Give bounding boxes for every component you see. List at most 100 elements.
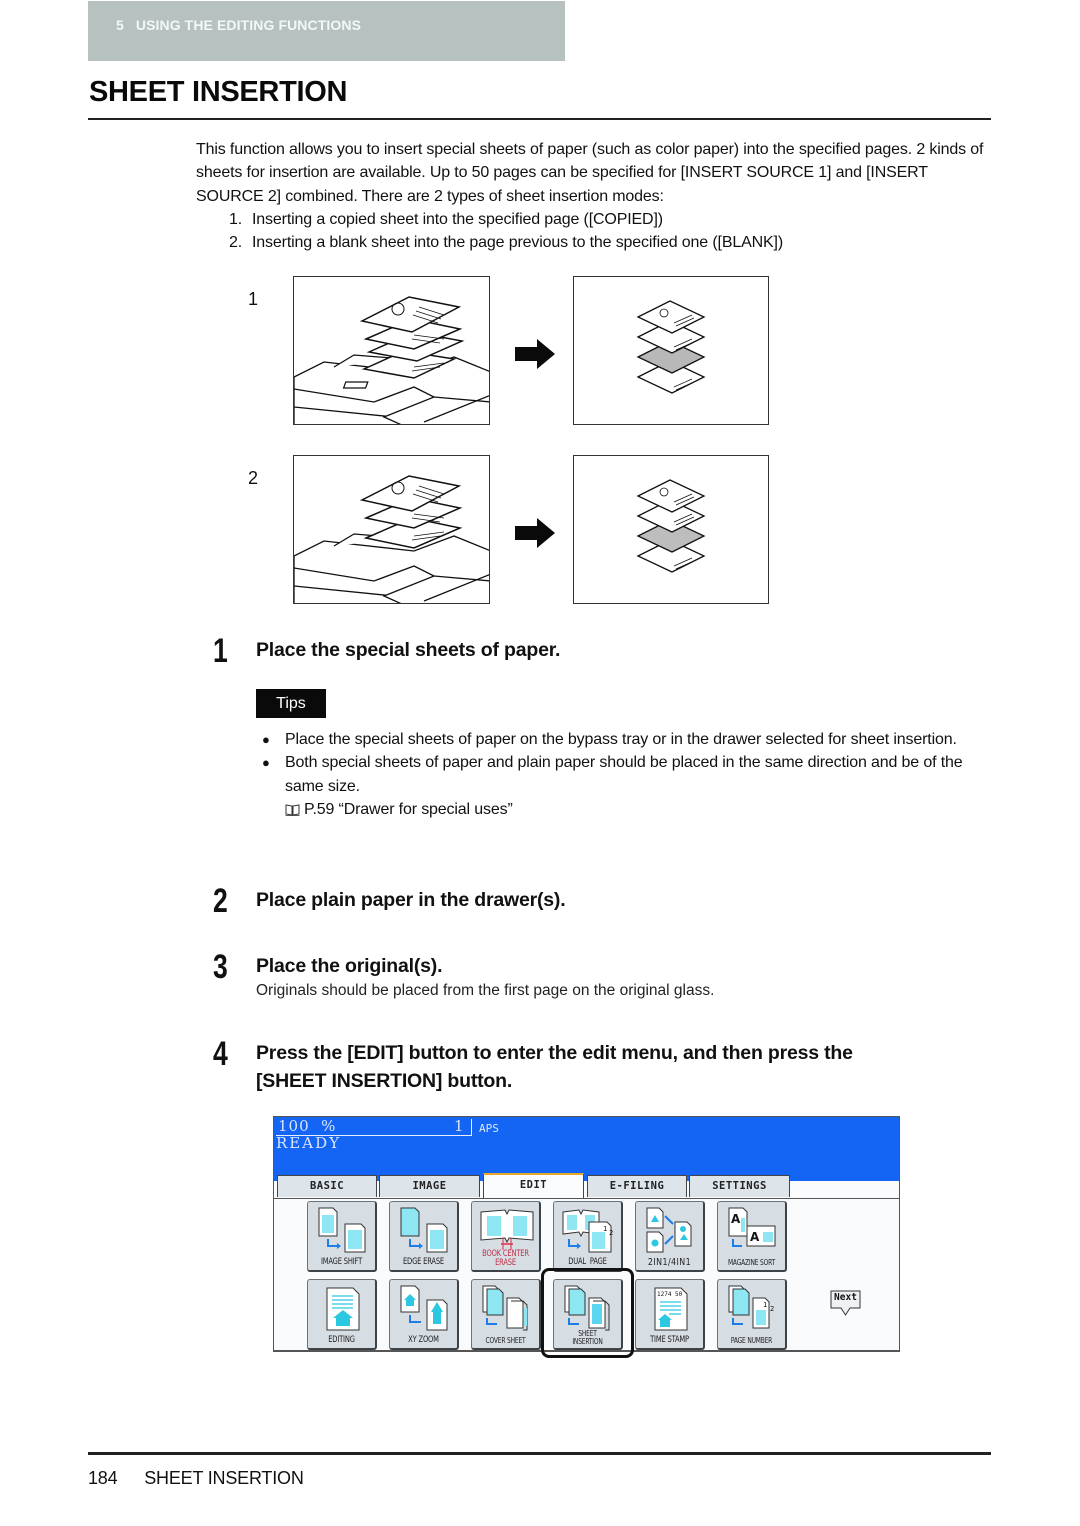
button-label: IMAGE SHIFT	[320, 1257, 363, 1267]
page-reference-link[interactable]: P.59 “Drawer for special uses”	[282, 798, 992, 821]
tab-e-filing[interactable]: E-FILING	[587, 1175, 687, 1197]
book-center-erase-button[interactable]: BOOK CENTER ERASE	[471, 1201, 541, 1272]
2in1-4in1-icon	[646, 1207, 692, 1253]
step-title-line-2: [SHEET INSERTION] button.	[256, 1070, 513, 1092]
selected-button-highlight	[541, 1268, 634, 1358]
button-label: PAGE NUMBER	[730, 1336, 773, 1345]
tips-badge: Tips	[256, 689, 326, 718]
sheet-stack-copied-icon	[636, 300, 706, 394]
button-label: COVER SHEET	[485, 1336, 526, 1345]
right-arrow-icon	[515, 339, 555, 369]
footer-divider	[88, 1452, 991, 1455]
copies-readout: 1	[454, 1117, 465, 1135]
button-label: EDGE ERASE	[402, 1257, 445, 1267]
page-footer: 184 SHEET INSERTION	[88, 1468, 304, 1489]
xy-zoom-button[interactable]: XY ZOOM	[389, 1279, 459, 1350]
tip-item: ● Both special sheets of paper and plain…	[262, 751, 992, 798]
image-shift-icon	[318, 1207, 366, 1253]
tab-baseline	[274, 1198, 899, 1199]
footer-section-title: SHEET INSERTION	[144, 1468, 304, 1488]
page-number-button[interactable]: 1 2 PAGE NUMBER	[717, 1279, 787, 1350]
step-title: Place the special sheets of paper.	[256, 639, 561, 661]
step-number: 4	[213, 1035, 228, 1073]
mode-item: 1. Inserting a copied sheet into the spe…	[196, 208, 991, 231]
next-button[interactable]: Next	[830, 1290, 861, 1316]
cover-sheet-button[interactable]: COVER SHEET	[471, 1279, 541, 1350]
button-label: BOOK CENTER ERASE	[482, 1249, 529, 1268]
svg-text:A: A	[750, 1230, 760, 1244]
button-label: EDITING	[328, 1335, 355, 1345]
tips-list: ● Place the special sheets of paper on t…	[262, 728, 992, 821]
right-arrow-icon	[515, 518, 555, 548]
2in1-4in1-button[interactable]: 2IN1/4IN1	[635, 1201, 705, 1272]
reference-text: P.59 “Drawer for special uses”	[304, 800, 513, 818]
button-label: XY ZOOM	[408, 1335, 439, 1345]
mode-item: 2. Inserting a blank sheet into the page…	[196, 231, 991, 254]
tab-edit[interactable]: EDIT	[483, 1173, 584, 1199]
title-divider	[88, 118, 991, 120]
figure-label: 2	[248, 468, 259, 488]
svg-text:2: 2	[770, 1305, 774, 1313]
step-title: Place plain paper in the drawer(s).	[256, 889, 566, 911]
blank-result-illustration	[573, 455, 769, 604]
tab-settings[interactable]: SETTINGS	[689, 1175, 790, 1197]
book-reference-icon	[285, 804, 300, 816]
svg-text:2: 2	[609, 1229, 613, 1237]
sheet-stack-blank-icon	[636, 479, 706, 573]
mode-number: 1.	[228, 210, 242, 228]
step-number: 2	[213, 882, 228, 920]
editing-icon	[326, 1287, 360, 1331]
svg-text:A: A	[731, 1212, 741, 1226]
status-readout: READY	[276, 1134, 342, 1152]
mode-text: Inserting a blank sheet into the page pr…	[252, 234, 784, 252]
magazine-sort-button[interactable]: A A MAGAZINE SORT	[717, 1201, 787, 1272]
modes-list: 1. Inserting a copied sheet into the spe…	[196, 208, 991, 255]
step-title: Place the original(s).	[256, 955, 443, 977]
tab-basic[interactable]: BASIC	[277, 1175, 377, 1197]
page-title: SHEET INSERTION	[89, 76, 348, 108]
copier-feeder-illustration	[293, 455, 490, 604]
tip-text: Both special sheets of paper and plain p…	[285, 754, 963, 795]
dual-page-button[interactable]: 1 2 DUAL PAGE	[553, 1201, 623, 1272]
bullet-icon: ●	[262, 755, 270, 771]
next-label: Next	[834, 1292, 857, 1303]
tip-text: Place the special sheets of paper on the…	[285, 731, 957, 748]
button-label: MAGAZINE SORT	[727, 1258, 776, 1267]
bullet-icon: ●	[262, 732, 270, 747]
paper-size-readout: APS	[479, 1122, 499, 1135]
dual-page-icon: 1 2	[562, 1209, 613, 1253]
copier-feeder-icon	[294, 296, 489, 424]
magazine-sort-icon: A A	[728, 1207, 776, 1247]
svg-text:1: 1	[603, 1225, 607, 1233]
cover-sheet-icon	[482, 1285, 528, 1331]
time-stamp-icon: 1274 50	[654, 1287, 688, 1331]
button-label: TIME STAMP	[650, 1335, 689, 1345]
time-stamp-button[interactable]: 1274 50 TIME STAMP	[635, 1279, 705, 1350]
copier-feeder-icon	[294, 475, 489, 603]
step-number: 3	[213, 948, 228, 986]
edge-erase-button[interactable]: EDGE ERASE	[389, 1201, 459, 1272]
image-shift-button[interactable]: IMAGE SHIFT	[307, 1201, 377, 1272]
chapter-header-band: 5 USING THE EDITING FUNCTIONS	[88, 1, 565, 61]
step-number: 1	[213, 632, 228, 670]
button-label: 2IN1/4IN1	[647, 1257, 692, 1268]
chapter-label: 5 USING THE EDITING FUNCTIONS	[116, 17, 362, 33]
editing-button[interactable]: EDITING	[307, 1279, 377, 1350]
magnification-readout: 100 %	[278, 1117, 337, 1135]
svg-text:1: 1	[763, 1301, 767, 1309]
page-number-icon: 1 2	[728, 1285, 774, 1329]
step-description: Originals should be placed from the firs…	[256, 982, 715, 999]
page-number: 184	[88, 1468, 118, 1488]
copied-result-illustration	[573, 276, 769, 425]
tip-item: ● Place the special sheets of paper on t…	[262, 728, 992, 751]
step-title-line-1: Press the [EDIT] button to enter the edi…	[256, 1042, 853, 1064]
mode-number: 2.	[228, 234, 242, 252]
svg-text:1274 50: 1274 50	[657, 1291, 683, 1298]
intro-paragraph: This function allows you to insert speci…	[196, 141, 984, 205]
button-label: DUAL PAGE	[568, 1257, 607, 1267]
xy-zoom-icon	[400, 1285, 448, 1331]
figure-label: 1	[248, 289, 259, 309]
intro-section: This function allows you to insert speci…	[196, 138, 991, 254]
tab-image[interactable]: IMAGE	[379, 1175, 480, 1197]
copier-feeder-illustration	[293, 276, 490, 425]
